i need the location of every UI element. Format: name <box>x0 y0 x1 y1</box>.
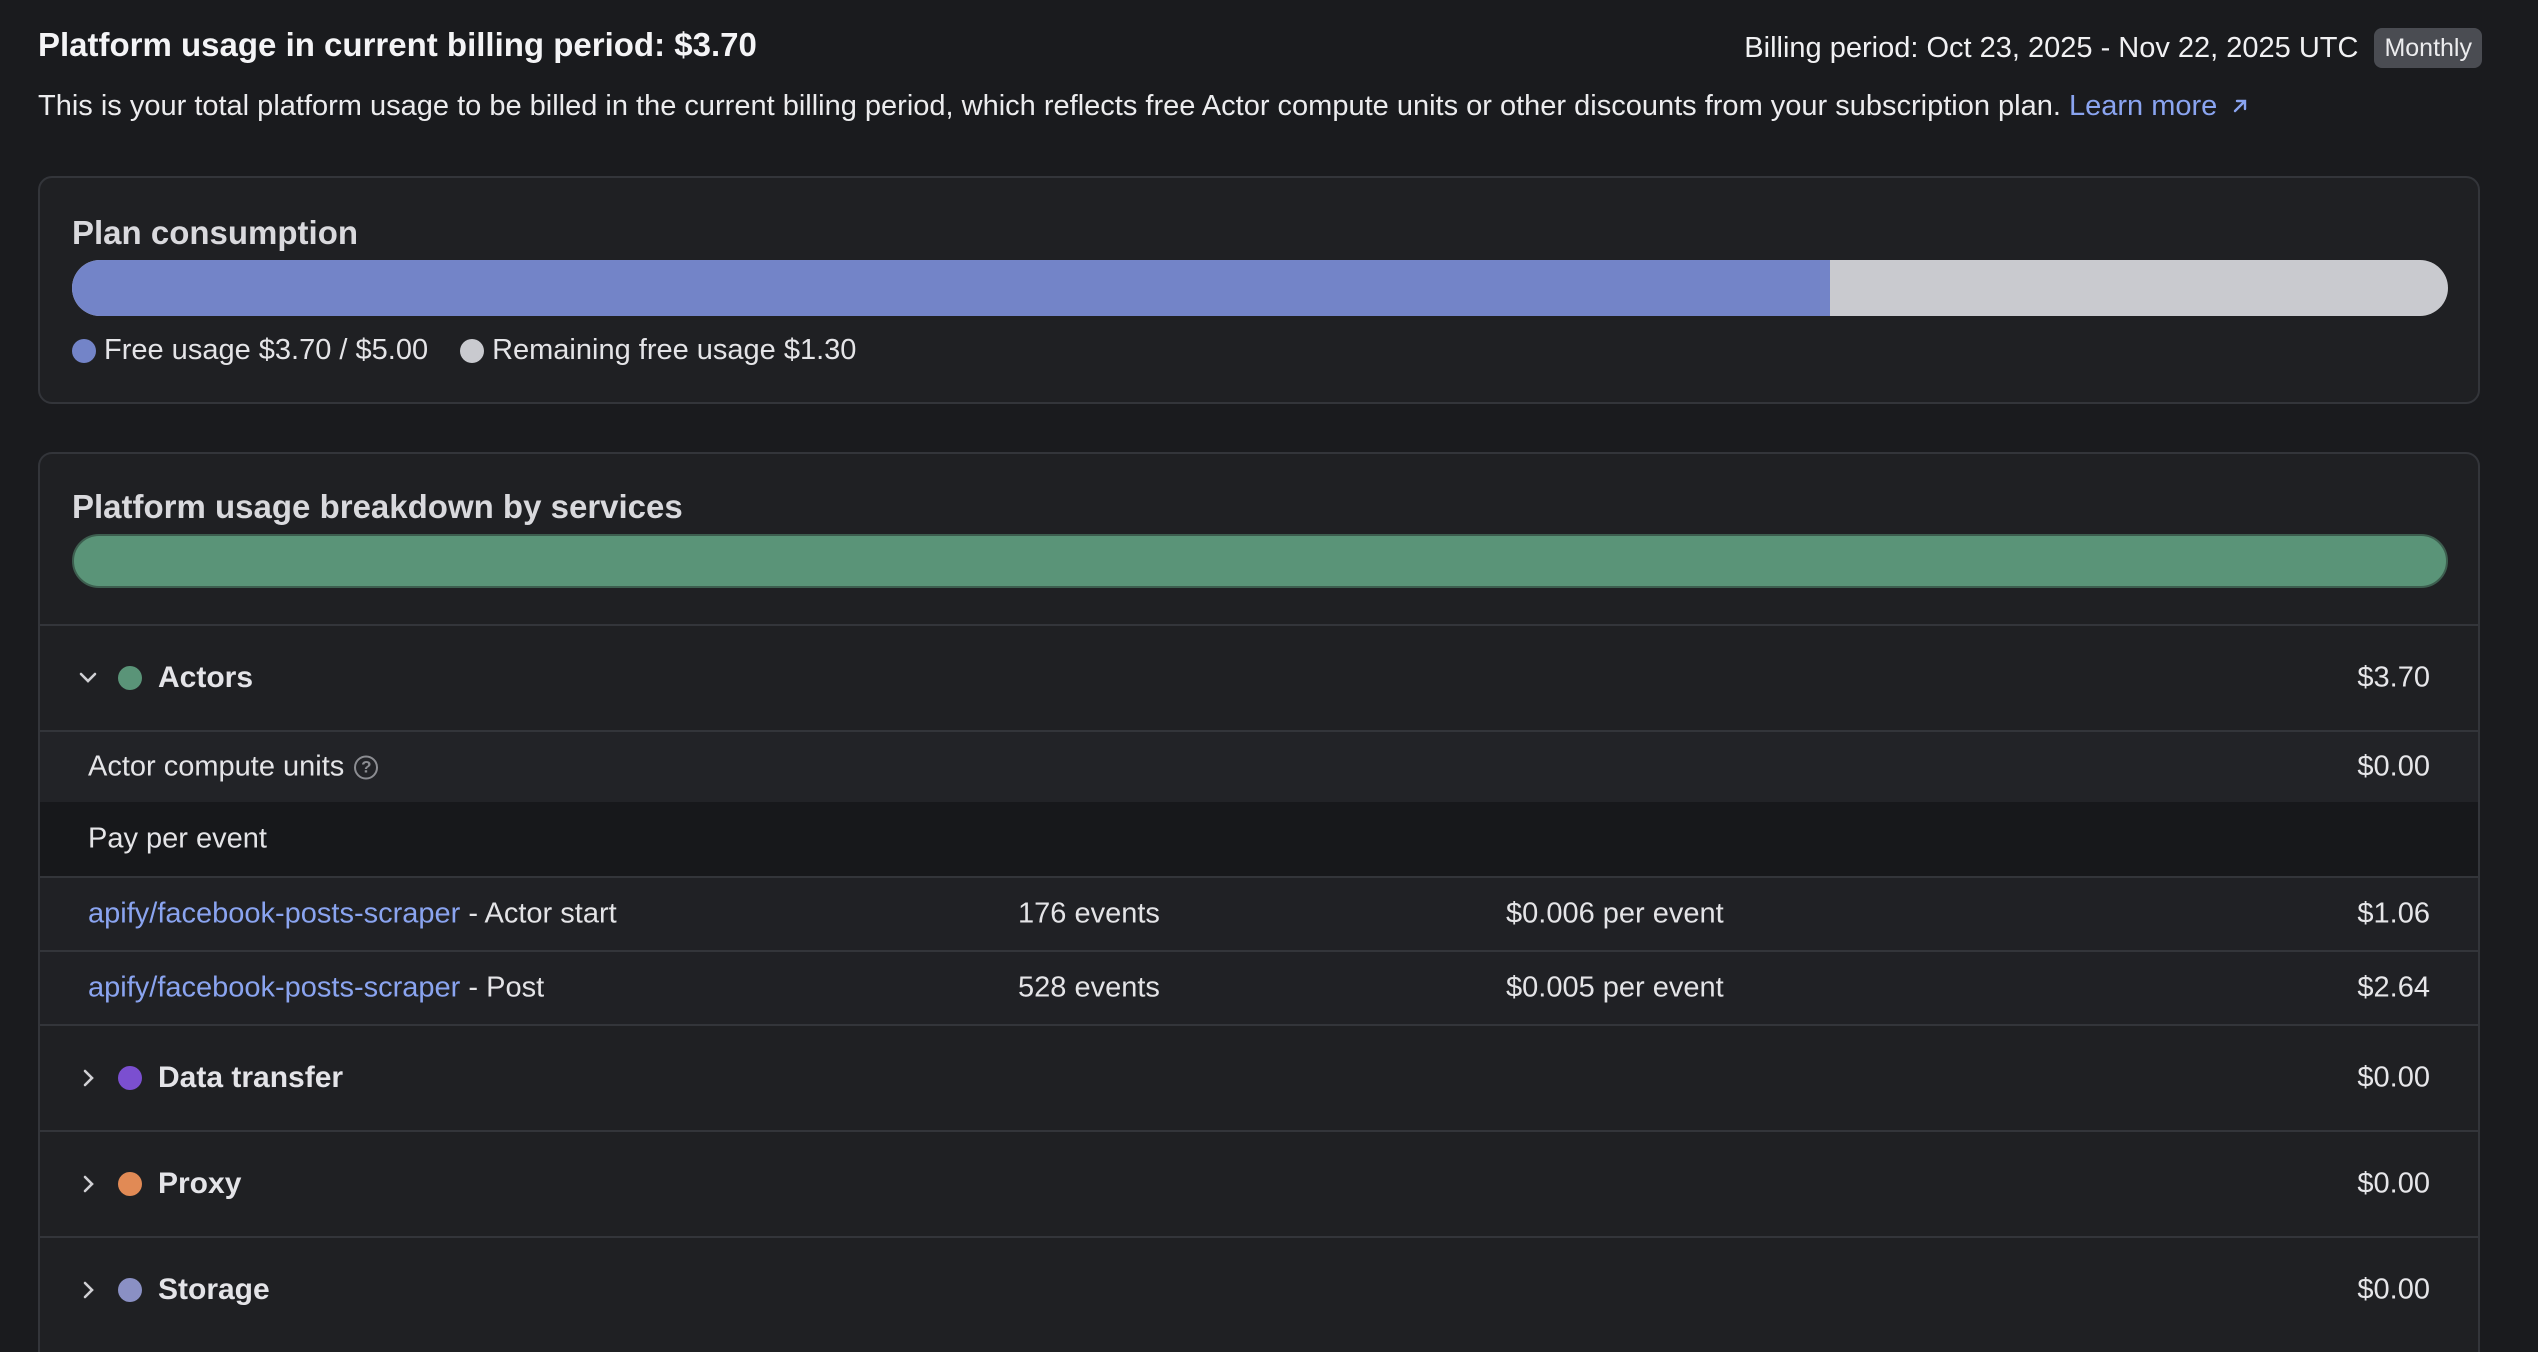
free-usage-fill <box>72 260 1831 316</box>
billing-cycle-badge: Monthly <box>2374 28 2482 68</box>
actor-link[interactable]: apify/facebook-posts-scraper <box>88 972 460 1004</box>
billing-period-text: Billing period: Oct 23, 2025 - Nov 22, 2… <box>1744 31 2359 64</box>
section-row-proxy[interactable]: Proxy $0.00 <box>40 1130 2478 1236</box>
section-row-actors[interactable]: Actors $3.70 <box>40 624 2478 730</box>
chevron-right-icon[interactable] <box>74 1064 102 1092</box>
event-price: $0.006 per event <box>1506 897 1724 930</box>
chevron-down-icon[interactable] <box>74 664 102 692</box>
section-row-storage[interactable]: Storage $0.00 <box>40 1236 2478 1342</box>
proxy-amount: $0.00 <box>2357 1167 2430 1200</box>
data-transfer-amount: $0.00 <box>2357 1061 2430 1094</box>
actors-amount: $3.70 <box>2357 661 2430 694</box>
event-name: - Post <box>460 971 545 1004</box>
compute-units-amount: $0.00 <box>2357 750 2430 783</box>
storage-label: Storage <box>158 1273 270 1306</box>
remaining-usage-dot <box>460 338 485 363</box>
learn-more-label: Learn more <box>2069 90 2218 122</box>
free-usage-dot <box>72 338 96 363</box>
chevron-right-icon[interactable] <box>74 1170 102 1198</box>
usage-breakdown-card: Platform usage breakdown by services Act… <box>38 452 2480 1352</box>
event-count: 528 events <box>1018 971 1160 1004</box>
help-icon[interactable]: ? <box>354 755 379 779</box>
compute-units-row: Actor compute units ? $0.00 <box>40 730 2478 802</box>
description-text: This is your total platform usage to be … <box>38 90 2061 122</box>
proxy-label: Proxy <box>158 1167 242 1200</box>
data-transfer-dot <box>118 1066 142 1090</box>
storage-amount: $0.00 <box>2357 1273 2430 1306</box>
event-name: - Actor start <box>460 897 617 930</box>
pay-per-event-row: Pay per event <box>40 802 2478 876</box>
pay-per-event-label: Pay per event <box>88 822 267 855</box>
free-usage-label: Free usage $3.70 / $5.00 <box>104 334 429 366</box>
actor-link[interactable]: apify/facebook-posts-scraper <box>88 898 460 930</box>
data-transfer-label: Data transfer <box>158 1061 344 1094</box>
event-price: $0.005 per event <box>1506 971 1724 1004</box>
plan-consumption-bar <box>72 260 2448 316</box>
storage-dot <box>118 1278 142 1302</box>
plan-consumption-title: Plan consumption <box>72 214 359 251</box>
actors-label: Actors <box>158 661 254 694</box>
plan-consumption-card: Plan consumption Free usage $3.70 / $5.0… <box>38 176 2480 404</box>
event-row: apify/facebook-posts-scraper - Post 528 … <box>40 950 2478 1024</box>
section-row-data-transfer[interactable]: Data transfer $0.00 <box>40 1024 2478 1130</box>
legend-free-usage: Free usage $3.70 / $5.00 <box>72 334 428 367</box>
usage-description: This is your total platform usage to be … <box>38 90 2251 123</box>
learn-more-link[interactable]: Learn more <box>2069 90 2251 122</box>
breakdown-bar <box>72 534 2448 588</box>
page-title: Platform usage in current billing period… <box>38 26 757 63</box>
event-amount: $2.64 <box>2357 971 2430 1004</box>
billing-period: Billing period: Oct 23, 2025 - Nov 22, 2… <box>1744 28 2482 68</box>
proxy-dot <box>118 1172 142 1196</box>
event-count: 176 events <box>1018 897 1160 930</box>
external-arrow-icon <box>2234 99 2247 113</box>
event-amount: $1.06 <box>2357 897 2430 930</box>
event-row: apify/facebook-posts-scraper - Actor sta… <box>40 876 2478 950</box>
chevron-right-icon[interactable] <box>74 1276 102 1304</box>
compute-units-label: Actor compute units <box>88 750 345 783</box>
legend-remaining-usage: Remaining free usage $1.30 <box>460 334 856 367</box>
breakdown-title: Platform usage breakdown by services <box>72 488 683 525</box>
plan-legend: Free usage $3.70 / $5.00 Remaining free … <box>72 334 856 367</box>
remaining-usage-label: Remaining free usage $1.30 <box>492 334 857 366</box>
actors-dot <box>118 666 142 690</box>
